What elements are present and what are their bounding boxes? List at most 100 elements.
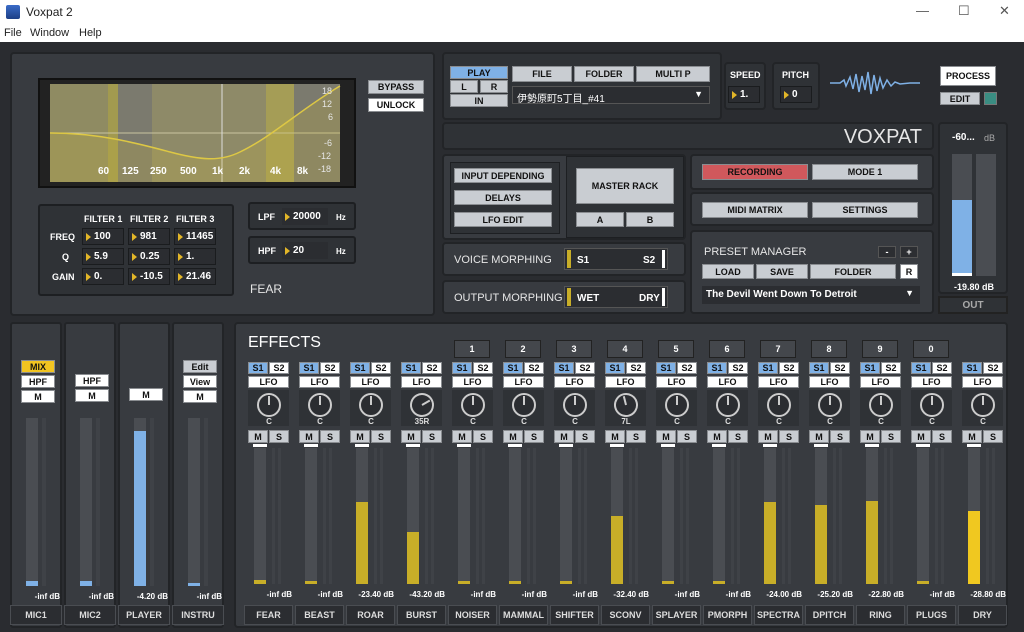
effect-solo-button[interactable]: S <box>779 430 799 443</box>
pan-knob[interactable] <box>359 393 383 417</box>
filter3-freq[interactable]: 11465 <box>174 228 216 245</box>
effect-s2-button[interactable]: S2 <box>320 362 340 374</box>
fader-cap[interactable] <box>610 444 624 447</box>
speed-value[interactable]: 1. <box>728 86 760 103</box>
bypass-button[interactable]: BYPASS <box>368 80 424 94</box>
effect-solo-button[interactable]: S <box>473 430 493 443</box>
filter3-gain[interactable]: 21.46 <box>174 268 216 285</box>
effect-mute-button[interactable]: M <box>554 430 574 443</box>
fader-cap[interactable] <box>967 444 981 447</box>
effect-s2-button[interactable]: S2 <box>371 362 391 374</box>
rack-b-button[interactable]: B <box>626 212 674 227</box>
filter1-freq[interactable]: 100 <box>82 228 124 245</box>
effect-s2-button[interactable]: S2 <box>269 362 289 374</box>
eq-display[interactable]: 18 12 6 -6 -12 -18 60 125 250 500 1k 2k … <box>38 78 356 188</box>
fader-cap[interactable] <box>865 444 879 447</box>
input-m-button[interactable]: M <box>21 390 55 403</box>
effect-mute-button[interactable]: M <box>911 430 931 443</box>
effect-s2-button[interactable]: S2 <box>626 362 646 374</box>
slider-handle[interactable] <box>567 288 571 306</box>
menu-window[interactable]: Window <box>30 27 69 39</box>
fader-cap[interactable] <box>559 444 573 447</box>
effect-mute-button[interactable]: M <box>299 430 319 443</box>
effect-lfo-button[interactable]: LFO <box>758 376 799 388</box>
preset-select[interactable]: The Devil Went Down To Detroit ▼ <box>702 286 920 304</box>
effect-s2-button[interactable]: S2 <box>473 362 493 374</box>
pan-knob[interactable] <box>767 393 791 417</box>
effect-s2-button[interactable]: S2 <box>983 362 1003 374</box>
effect-mute-button[interactable]: M <box>758 430 778 443</box>
unlock-button[interactable]: UNLOCK <box>368 98 424 112</box>
effect-slot-button[interactable]: 7 <box>760 340 796 358</box>
effect-lfo-button[interactable]: LFO <box>707 376 748 388</box>
rack-a-button[interactable]: A <box>576 212 624 227</box>
effect-s1-button[interactable]: S1 <box>401 362 421 374</box>
filter2-q[interactable]: 0.25 <box>128 248 170 265</box>
left-button[interactable]: L <box>450 80 478 93</box>
effect-mute-button[interactable]: M <box>707 430 727 443</box>
effect-s2-button[interactable]: S2 <box>677 362 697 374</box>
effect-s1-button[interactable]: S1 <box>299 362 319 374</box>
effect-lfo-button[interactable]: LFO <box>452 376 493 388</box>
effect-mute-button[interactable]: M <box>962 430 982 443</box>
effect-s1-button[interactable]: S1 <box>911 362 931 374</box>
effect-slot-button[interactable]: 0 <box>913 340 949 358</box>
midi-matrix-button[interactable]: MIDI MATRIX <box>702 202 808 218</box>
effect-mute-button[interactable]: M <box>809 430 829 443</box>
input-mix-button[interactable]: MIX <box>21 360 55 373</box>
pan-knob[interactable] <box>818 393 842 417</box>
effect-lfo-button[interactable]: LFO <box>299 376 340 388</box>
effect-s2-button[interactable]: S2 <box>779 362 799 374</box>
effect-solo-button[interactable]: S <box>932 430 952 443</box>
minimize-icon[interactable]: — <box>916 3 929 18</box>
menu-help[interactable]: Help <box>79 27 102 39</box>
effect-s1-button[interactable]: S1 <box>554 362 574 374</box>
effect-slot-button[interactable]: 2 <box>505 340 541 358</box>
fader-cap[interactable] <box>763 444 777 447</box>
effect-solo-button[interactable]: S <box>524 430 544 443</box>
effect-solo-button[interactable]: S <box>677 430 697 443</box>
input-edit-button[interactable]: Edit <box>183 360 217 373</box>
preset-r-button[interactable]: R <box>900 264 918 279</box>
fader-cap[interactable] <box>406 444 420 447</box>
effect-s2-button[interactable]: S2 <box>575 362 595 374</box>
fader-cap[interactable] <box>916 444 930 447</box>
effect-lfo-button[interactable]: LFO <box>503 376 544 388</box>
effect-s1-button[interactable]: S1 <box>605 362 625 374</box>
effect-solo-button[interactable]: S <box>422 430 442 443</box>
lfo-edit-button[interactable]: LFO EDIT <box>454 212 552 227</box>
effect-slot-button[interactable]: 6 <box>709 340 745 358</box>
fader-cap[interactable] <box>457 444 471 447</box>
save-button[interactable]: SAVE <box>756 264 808 279</box>
fader-cap[interactable] <box>304 444 318 447</box>
filter2-freq[interactable]: 981 <box>128 228 170 245</box>
effect-solo-button[interactable]: S <box>881 430 901 443</box>
effect-s2-button[interactable]: S2 <box>932 362 952 374</box>
effect-s1-button[interactable]: S1 <box>707 362 727 374</box>
filter3-q[interactable]: 1. <box>174 248 216 265</box>
effect-solo-button[interactable]: S <box>269 430 289 443</box>
effect-slot-button[interactable]: 4 <box>607 340 643 358</box>
pan-knob[interactable] <box>665 393 689 417</box>
effect-slot-button[interactable]: 1 <box>454 340 490 358</box>
effect-mute-button[interactable]: M <box>503 430 523 443</box>
effect-s1-button[interactable]: S1 <box>860 362 880 374</box>
effect-lfo-button[interactable]: LFO <box>809 376 850 388</box>
pan-knob[interactable] <box>563 393 587 417</box>
effect-mute-button[interactable]: M <box>452 430 472 443</box>
effect-mute-button[interactable]: M <box>656 430 676 443</box>
effect-s2-button[interactable]: S2 <box>728 362 748 374</box>
master-rack-button[interactable]: MASTER RACK <box>576 168 674 204</box>
hpf-value[interactable]: 20 <box>282 242 328 259</box>
pan-knob[interactable] <box>716 393 740 417</box>
effect-s2-button[interactable]: S2 <box>524 362 544 374</box>
output-morphing-slider[interactable]: WET DRY <box>564 286 668 308</box>
effect-slot-button[interactable]: 9 <box>862 340 898 358</box>
in-button[interactable]: IN <box>450 94 508 107</box>
input-depending-button[interactable]: INPUT DEPENDING <box>454 168 552 183</box>
edit-button[interactable]: EDIT <box>940 92 980 105</box>
effect-s1-button[interactable]: S1 <box>452 362 472 374</box>
effect-mute-button[interactable]: M <box>605 430 625 443</box>
effect-s1-button[interactable]: S1 <box>503 362 523 374</box>
effect-s1-button[interactable]: S1 <box>809 362 829 374</box>
